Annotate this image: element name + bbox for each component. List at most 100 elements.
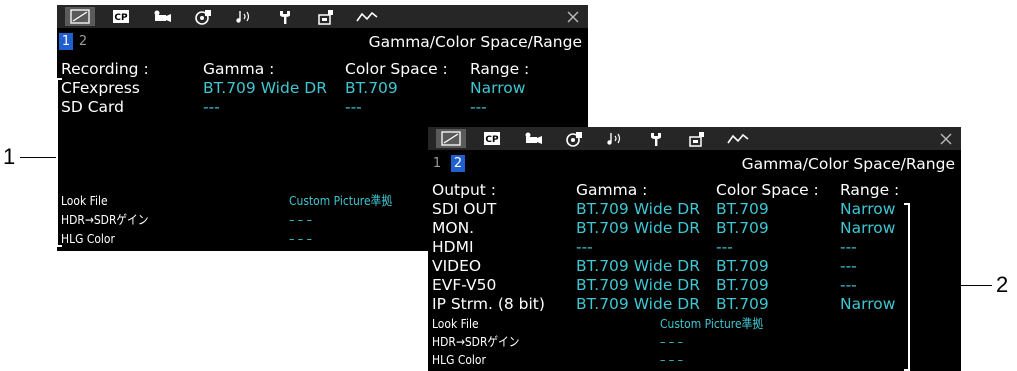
color-space-value: BT.709 — [716, 257, 769, 275]
hlg-color-label: HLG Color — [432, 352, 486, 367]
custom-picture-tab[interactable]: CP — [477, 129, 507, 148]
range-value: Narrow — [840, 219, 896, 237]
gamma-value: BT.709 Wide DR — [576, 200, 700, 218]
hdr-sdr-gain-label: HDR→SDRゲイン — [432, 334, 520, 349]
color-space-value: BT.709 — [716, 295, 769, 313]
header-gamma: Gamma : — [576, 181, 648, 199]
system-setup-tab[interactable] — [641, 129, 671, 148]
assignable-button-tab[interactable] — [311, 7, 341, 26]
hlg-color-value: – – – — [289, 231, 312, 246]
range-value: Narrow — [840, 200, 896, 218]
close-button[interactable] — [564, 7, 582, 26]
color-space-value: BT.709 — [716, 200, 769, 218]
callout-number-1: 1 — [3, 144, 16, 169]
camera-setup-tab[interactable] — [518, 129, 548, 148]
look-file-value: Custom Picture準拠 — [289, 193, 393, 208]
row-label-video: VIDEO — [432, 257, 482, 275]
menu-tab-bar: CP — [428, 127, 961, 150]
audio-icon — [236, 11, 250, 23]
assignable-button-icon — [689, 131, 704, 147]
status-tab[interactable] — [436, 129, 466, 148]
status-icon — [441, 131, 461, 146]
header-range: Range : — [470, 60, 530, 78]
custom-picture-icon: CP — [484, 132, 500, 145]
system-icon — [280, 10, 290, 24]
svg-text:CP: CP — [485, 135, 499, 145]
row-label-hdmi: HDMI — [432, 238, 474, 256]
gamma-value: BT.709 Wide DR — [576, 257, 700, 275]
svg-text:CP: CP — [114, 13, 128, 23]
row-label-sd-card: SD Card — [61, 98, 124, 116]
status-tab[interactable] — [65, 7, 95, 26]
camera-icon — [154, 10, 171, 22]
gamma-value: BT.709 Wide DR — [576, 276, 700, 294]
close-icon — [567, 11, 579, 22]
gamma-value: --- — [576, 238, 593, 256]
range-value: Narrow — [470, 79, 526, 97]
header-gamma: Gamma : — [203, 60, 275, 78]
range-value: --- — [840, 276, 857, 294]
page-1-indicator[interactable]: 1 — [430, 155, 444, 172]
close-button[interactable] — [937, 129, 955, 148]
gamma-value: --- — [203, 98, 220, 116]
audio-tab[interactable] — [600, 129, 630, 148]
look-file-label: Look File — [61, 193, 108, 208]
header-output: Output : — [432, 181, 496, 199]
page-2-indicator[interactable]: 2 — [76, 33, 90, 50]
gamma-value: BT.709 Wide DR — [203, 79, 327, 97]
hlg-color-label: HLG Color — [61, 231, 115, 246]
hdr-sdr-gain-label: HDR→SDRゲイン — [61, 212, 149, 227]
page-indicator: 1 2 Gamma/Color Space/Range — [428, 154, 961, 174]
system-setup-tab[interactable] — [270, 7, 300, 26]
header-color-space: Color Space : — [716, 181, 819, 199]
close-icon — [940, 133, 952, 144]
network-tab[interactable] — [352, 7, 382, 26]
callout-line-2 — [910, 285, 992, 286]
status-icon — [70, 9, 90, 24]
media-tab[interactable] — [188, 7, 218, 26]
network-icon — [727, 133, 749, 144]
system-icon — [651, 132, 661, 146]
camera-icon — [525, 132, 542, 144]
row-label-mon: MON. — [432, 219, 475, 237]
menu-tab-bar: CP — [57, 5, 588, 28]
color-space-value: --- — [716, 238, 733, 256]
color-space-value: --- — [345, 98, 362, 116]
media-tab[interactable] — [559, 129, 589, 148]
media-icon — [566, 131, 582, 147]
row-label-sdi-out: SDI OUT — [432, 200, 497, 218]
hdr-sdr-gain-value: – – – — [289, 212, 312, 227]
network-icon — [356, 11, 378, 22]
network-tab[interactable] — [723, 129, 753, 148]
hdr-sdr-gain-value: – – – — [660, 334, 683, 349]
assignable-button-tab[interactable] — [682, 129, 712, 148]
callout-number-2: 2 — [996, 272, 1009, 297]
callout-line-1 — [20, 157, 56, 158]
screen-title: Gamma/Color Space/Range — [368, 33, 582, 51]
page-2-indicator[interactable]: 2 — [451, 155, 465, 172]
color-space-value: BT.709 — [716, 276, 769, 294]
row-label-ip-streaming: IP Strm. (8 bit) — [432, 295, 545, 313]
audio-icon — [607, 133, 621, 145]
page-indicator: 1 2 Gamma/Color Space/Range — [57, 32, 588, 52]
row-label-evf-v50: EVF-V50 — [432, 276, 497, 294]
status-screen-page-2: CP 1 2 Gamma/Color Space/Range Output : … — [428, 127, 961, 371]
range-value: --- — [470, 98, 487, 116]
range-value: Narrow — [840, 295, 896, 313]
custom-picture-tab[interactable]: CP — [106, 7, 136, 26]
header-recording: Recording : — [61, 60, 149, 78]
audio-tab[interactable] — [229, 7, 259, 26]
look-file-value: Custom Picture準拠 — [660, 316, 764, 331]
camera-setup-tab[interactable] — [147, 7, 177, 26]
page-1-indicator[interactable]: 1 — [59, 33, 73, 50]
header-color-space: Color Space : — [345, 60, 448, 78]
look-file-label: Look File — [432, 316, 479, 331]
range-value: --- — [840, 238, 857, 256]
custom-picture-icon: CP — [113, 10, 129, 23]
gamma-value: BT.709 Wide DR — [576, 219, 700, 237]
row-label-cfexpress: CFexpress — [61, 79, 140, 97]
media-icon — [195, 9, 211, 25]
gamma-value: BT.709 Wide DR — [576, 295, 700, 313]
screen-title: Gamma/Color Space/Range — [741, 155, 955, 173]
range-value: --- — [840, 257, 857, 275]
